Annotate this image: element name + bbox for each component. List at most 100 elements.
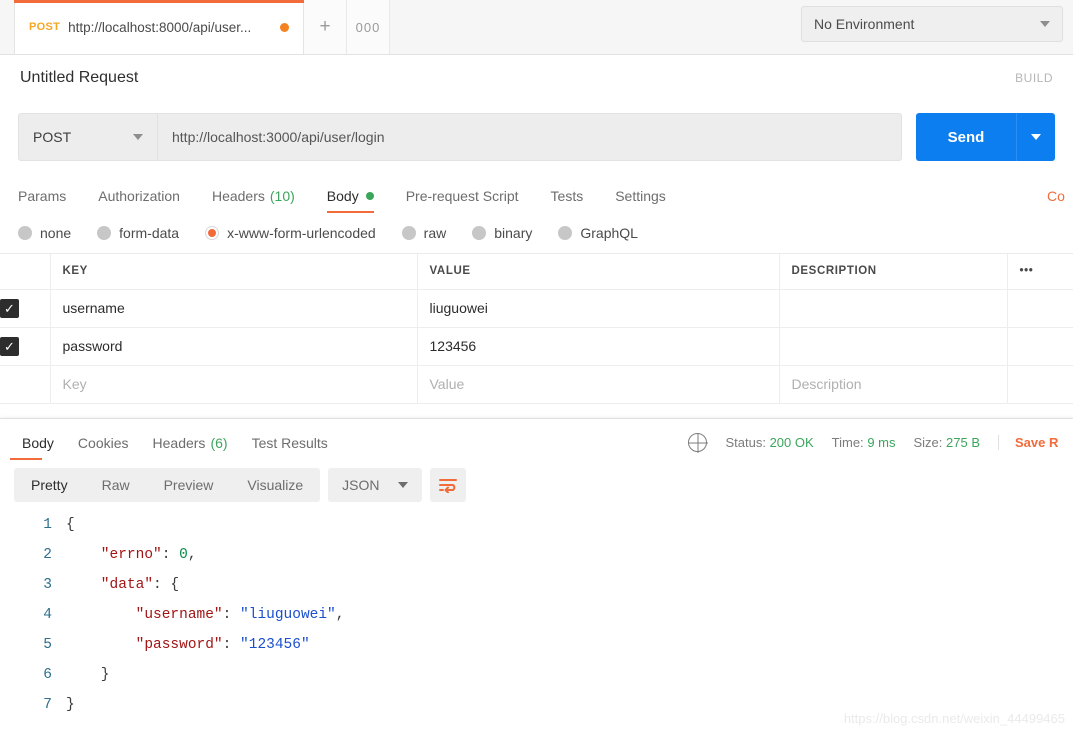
new-key-input[interactable]: Key xyxy=(50,365,418,404)
table-header-description: DESCRIPTION xyxy=(779,254,1008,290)
table-header-key: KEY xyxy=(50,254,418,290)
status-badge: Status: 200 OK xyxy=(725,435,813,450)
row-checkbox-cell[interactable]: ✓ xyxy=(0,327,51,366)
http-method-select[interactable]: POST xyxy=(18,113,158,161)
request-tab[interactable]: POST http://localhost:8000/api/user... xyxy=(14,0,304,54)
table-placeholder-row: Key Value Description xyxy=(0,365,1073,404)
page-title: Untitled Request xyxy=(20,69,139,86)
tab-authorization[interactable]: Authorization xyxy=(82,188,196,213)
row-actions-cell[interactable] xyxy=(1007,289,1073,328)
status-label: Status: xyxy=(725,435,766,450)
table-row: ✓ password 123456 xyxy=(0,327,1073,366)
code-line-text: "errno": 0, xyxy=(66,540,197,570)
word-wrap-button[interactable] xyxy=(429,468,466,502)
url-bar: POST http://localhost:3000/api/user/logi… xyxy=(18,113,1055,161)
size-label: Size: xyxy=(913,435,943,450)
response-language-label: JSON xyxy=(342,477,380,493)
tab-body[interactable]: Body xyxy=(311,188,390,213)
response-body-code[interactable]: 1{2 "errno": 0, 3 "data": {4 "username": … xyxy=(0,510,1073,720)
code-link[interactable]: Co xyxy=(1047,188,1073,204)
environment-select[interactable]: No Environment xyxy=(801,6,1063,42)
checkbox-checked-icon: ✓ xyxy=(0,298,19,318)
table-bulk-edit-button[interactable]: ••• xyxy=(1007,254,1073,290)
code-line-text: { xyxy=(66,510,75,540)
body-type-form-data[interactable]: form-data xyxy=(97,225,179,241)
response-tab-test-results[interactable]: Test Results xyxy=(240,435,340,460)
tab-headers-count: (10) xyxy=(269,188,295,204)
url-input-value: http://localhost:3000/api/user/login xyxy=(172,129,385,145)
row-value-cell[interactable]: liuguowei xyxy=(417,289,780,328)
tab-pre-request-script[interactable]: Pre-request Script xyxy=(390,188,535,213)
body-type-none[interactable]: none xyxy=(18,225,71,241)
tab-params[interactable]: Params xyxy=(18,188,82,213)
code-token: : { xyxy=(153,577,180,593)
tab-settings[interactable]: Settings xyxy=(599,188,682,213)
tab-options-button[interactable]: 000 xyxy=(347,0,390,54)
globe-icon[interactable] xyxy=(688,433,708,452)
code-line-number: 5 xyxy=(43,637,52,653)
new-description-input[interactable]: Description xyxy=(779,365,1008,404)
format-tab-raw[interactable]: Raw xyxy=(85,477,147,493)
row-actions-cell[interactable] xyxy=(1007,365,1073,404)
code-line-number: 6 xyxy=(43,667,52,683)
row-checkbox-cell[interactable]: ✓ xyxy=(0,289,51,328)
response-tab-cookies[interactable]: Cookies xyxy=(66,435,141,460)
new-tab-button[interactable]: + xyxy=(304,0,347,54)
code-line-number: 2 xyxy=(43,547,52,563)
code-token: "liuguowei" xyxy=(240,607,336,623)
environment-selector-wrap: No Environment xyxy=(801,6,1063,42)
response-tab-cookies-label: Cookies xyxy=(77,435,129,451)
response-format-tabs: Pretty Raw Preview Visualize xyxy=(14,468,321,502)
radio-icon xyxy=(472,226,487,240)
response-format-toolbar: Pretty Raw Preview Visualize JSON xyxy=(0,460,1073,502)
tab-authorization-label: Authorization xyxy=(98,188,180,204)
body-type-urlencoded-label: x-www-form-urlencoded xyxy=(227,225,376,241)
status-value: 200 OK xyxy=(769,435,814,450)
radio-selected-icon xyxy=(205,226,220,240)
code-line-text: "data": { xyxy=(66,570,179,600)
row-key-cell[interactable]: password xyxy=(50,327,418,366)
code-token: "errno" xyxy=(66,547,162,563)
row-actions-cell[interactable] xyxy=(1007,327,1073,366)
http-method-label: POST xyxy=(33,129,72,145)
body-type-graphql[interactable]: GraphQL xyxy=(558,225,638,241)
row-value-cell[interactable]: 123456 xyxy=(417,327,780,366)
body-type-binary[interactable]: binary xyxy=(472,225,532,241)
more-options-icon: 000 xyxy=(355,19,381,35)
code-token: : xyxy=(222,607,241,623)
format-tab-visualize[interactable]: Visualize xyxy=(230,477,320,493)
tab-headers[interactable]: Headers (10) xyxy=(196,188,311,213)
body-type-urlencoded[interactable]: x-www-form-urlencoded xyxy=(205,225,376,241)
body-type-raw[interactable]: raw xyxy=(401,225,446,241)
row-description-cell[interactable] xyxy=(779,327,1008,366)
body-type-none-label: none xyxy=(40,225,72,241)
size-badge: Size: 275 B xyxy=(913,435,980,450)
code-line: 1{ xyxy=(0,510,1073,540)
row-checkbox-cell[interactable] xyxy=(0,365,51,404)
plus-icon: + xyxy=(319,16,331,37)
code-line: 2 "errno": 0, xyxy=(0,540,1073,570)
format-tab-pretty[interactable]: Pretty xyxy=(14,477,85,493)
send-button-label: Send xyxy=(947,128,985,146)
radio-icon xyxy=(97,226,112,240)
row-key-cell[interactable]: username xyxy=(50,289,418,328)
response-language-select[interactable]: JSON xyxy=(328,468,422,502)
tab-tests[interactable]: Tests xyxy=(535,188,600,213)
code-line: 4 "username": "liuguowei", xyxy=(0,600,1073,630)
tab-headers-label: Headers xyxy=(211,188,265,204)
response-tab-test-results-label: Test Results xyxy=(251,435,328,451)
format-tab-preview[interactable]: Preview xyxy=(147,477,231,493)
tab-settings-label: Settings xyxy=(615,188,666,204)
response-tab-headers[interactable]: Headers (6) xyxy=(141,435,240,460)
row-description-cell[interactable] xyxy=(779,289,1008,328)
send-options-button[interactable] xyxy=(1016,113,1055,161)
table-header: KEY VALUE DESCRIPTION ••• xyxy=(0,254,1073,290)
new-value-input[interactable]: Value xyxy=(417,365,780,404)
response-tab-body[interactable]: Body xyxy=(10,435,66,460)
build-link[interactable]: BUILD xyxy=(1015,71,1053,85)
send-button[interactable]: Send xyxy=(916,113,1016,161)
chevron-down-icon xyxy=(1031,134,1041,140)
save-response-button[interactable]: Save R xyxy=(998,435,1073,450)
code-token: , xyxy=(187,547,197,563)
url-input[interactable]: http://localhost:3000/api/user/login xyxy=(158,113,902,161)
